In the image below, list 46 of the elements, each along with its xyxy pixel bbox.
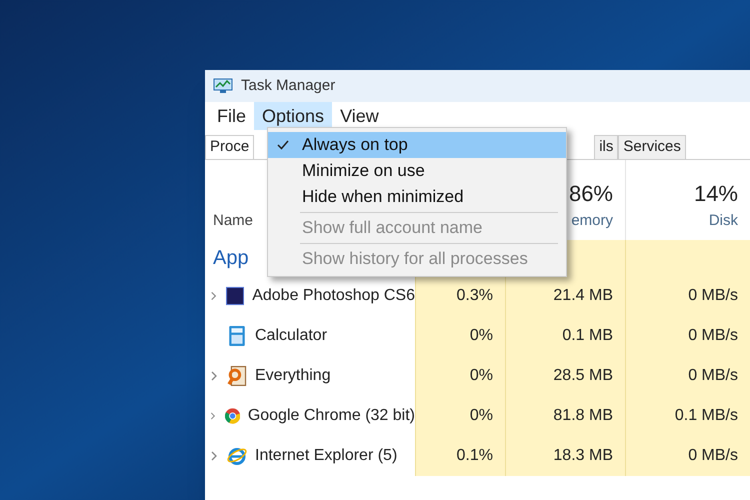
menu-bar-item[interactable]: Options: [254, 102, 332, 130]
expand-chevron-icon[interactable]: [209, 290, 218, 302]
letter-e-globe-icon: [227, 446, 247, 466]
menu-bar-item[interactable]: View: [332, 102, 387, 130]
process-name: Internet Explorer (5): [255, 446, 398, 466]
menu-item[interactable]: Always on top: [268, 132, 566, 158]
process-name: Google Chrome (32 bit): [248, 406, 415, 426]
tab[interactable]: Proce: [205, 135, 254, 159]
tab[interactable]: ils: [594, 135, 618, 159]
table-cell: 81.8 MB: [505, 396, 625, 436]
magnifier-document-icon: [227, 366, 247, 386]
square-icon: [226, 286, 244, 306]
table-cell: 0%: [415, 356, 505, 396]
column-usage: 86%: [568, 180, 613, 208]
table-cell: 0 MB/s: [625, 316, 750, 356]
table-cell: 0 MB/s: [625, 276, 750, 316]
table-cell: 0.1 MB/s: [625, 396, 750, 436]
process-name: Adobe Photoshop CS6: [252, 286, 415, 306]
table-cell: 18.3 MB: [505, 436, 625, 476]
window-title: Task Manager: [241, 76, 336, 96]
column-header[interactable]: emory: [571, 210, 613, 232]
table-cell: 0.3%: [415, 276, 505, 316]
table-cell: 28.5 MB: [505, 356, 625, 396]
column-usage: 14%: [694, 180, 738, 208]
process-name: Everything: [255, 366, 331, 386]
menu-bar-item[interactable]: File: [209, 102, 254, 130]
group-heading: App: [213, 246, 249, 271]
table-cell: 0.1%: [415, 436, 505, 476]
table-cell: 0.1 MB: [505, 316, 625, 356]
table-cell: 21.4 MB: [505, 276, 625, 316]
tab[interactable]: Services: [618, 135, 686, 159]
column-header[interactable]: Name: [213, 210, 254, 232]
process-name: Calculator: [255, 326, 328, 346]
menu-item[interactable]: Hide when minimized: [268, 184, 566, 210]
expand-chevron-icon[interactable]: [209, 450, 219, 462]
menu-item[interactable]: Minimize on use: [268, 158, 566, 184]
column-header[interactable]: Disk: [708, 210, 738, 232]
monitor-chart-icon: [213, 78, 233, 94]
table-cell: 0%: [415, 396, 505, 436]
table-cell: 0%: [415, 316, 505, 356]
calculator-icon: [227, 326, 247, 346]
table-cell: 0 MB/s: [625, 436, 750, 476]
expand-chevron-icon[interactable]: [209, 370, 219, 382]
browser-logo-icon: [224, 406, 240, 426]
expand-chevron-icon[interactable]: [209, 410, 217, 422]
table-cell: 0 MB/s: [625, 356, 750, 396]
